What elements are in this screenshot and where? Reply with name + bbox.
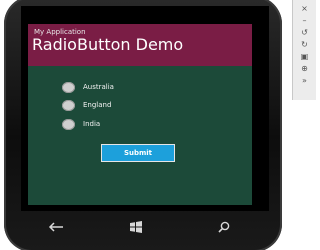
emulator-window: My Application RadioButton Demo Australi… [0,0,320,250]
radio-label: India [83,120,101,128]
radio-label: England [83,101,112,109]
search-icon [218,221,230,233]
back-button[interactable] [38,212,74,242]
minimize-icon[interactable]: – [297,15,313,26]
app-screen: My Application RadioButton Demo Australi… [28,24,252,205]
close-icon[interactable]: × [297,3,313,14]
radio-circle[interactable] [62,99,75,111]
back-icon [48,222,63,232]
submit-button[interactable]: Submit [102,145,174,161]
zoom-icon[interactable]: ⊕ [297,63,313,74]
radio-option-india[interactable]: India [62,118,100,130]
start-button[interactable] [118,212,154,242]
fit-screen-icon[interactable]: ▣ [297,51,313,62]
more-tools-icon[interactable]: » [297,75,313,86]
radio-option-australia[interactable]: Australia [62,81,114,93]
radio-circle[interactable] [62,81,75,93]
emulator-toolbar: × – ↺ ↻ ▣ ⊕ » [292,0,316,100]
page-title: RadioButton Demo [32,35,184,54]
search-button[interactable] [206,212,242,242]
radio-option-england[interactable]: England [62,99,111,111]
app-header: My Application RadioButton Demo [28,24,252,66]
radio-circle[interactable] [62,118,75,130]
radio-label: Australia [83,83,114,91]
rotate-right-icon[interactable]: ↻ [297,39,313,50]
rotate-left-icon[interactable]: ↺ [297,27,313,38]
windows-start-icon [130,221,142,233]
